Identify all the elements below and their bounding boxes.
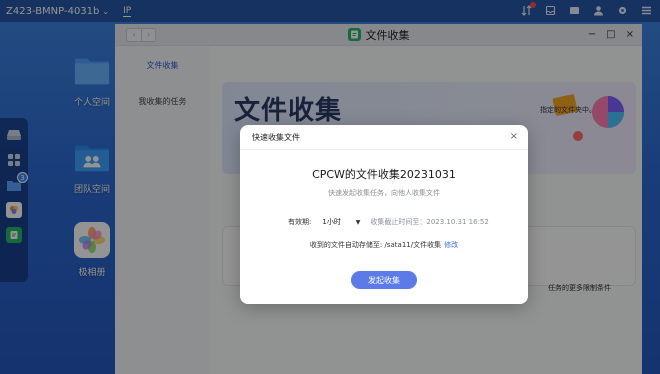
chevron-down-icon: ▼ [355,218,361,226]
validity-select[interactable]: 1小时 ▼ [320,216,362,228]
save-path-text: 收到的文件自动存储至: /sata11/文件收集 [309,241,442,249]
start-collect-button[interactable]: 发起收集 [351,271,417,289]
validity-row: 有效期: 1小时 ▼ 收集截止时间至：2023.10.31 16:52 [288,216,489,228]
deadline-text: 收集截止时间至：2023.10.31 16:52 [370,218,489,226]
dialog-header: 快速收集文件 × [240,125,528,150]
validity-value: 1小时 [322,218,341,226]
collection-name: CPCW的文件收集20231031 [312,168,456,181]
dialog-subtitle: 快速发起收集任务，向他人收集文件 [328,189,440,197]
quick-collect-dialog: 快速收集文件 × CPCW的文件收集20231031 快速发起收集任务，向他人收… [240,125,528,304]
edit-path-link[interactable]: 修改 [444,241,458,249]
close-icon[interactable]: × [510,131,518,142]
save-path-row: 收到的文件自动存储至: /sata11/文件收集 修改 [240,240,528,250]
dialog-title: 快速收集文件 [252,133,300,142]
validity-label: 有效期: [288,218,312,226]
